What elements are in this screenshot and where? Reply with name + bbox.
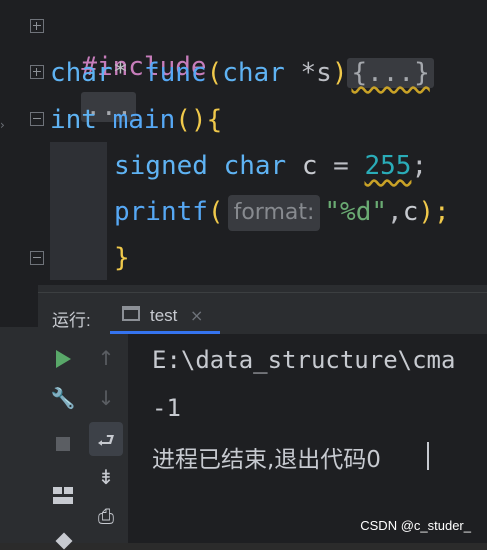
panel-corner xyxy=(0,285,38,327)
gutter-caret-icon: › xyxy=(0,118,5,132)
code-line-3[interactable]: int main(){ xyxy=(50,100,222,140)
code-line-1[interactable]: #include ... xyxy=(50,7,207,122)
close-tab-icon[interactable]: × xyxy=(190,306,203,325)
wrench-icon[interactable]: 🔧 xyxy=(50,386,76,410)
printf-call: printf xyxy=(114,197,208,227)
open-brace: { xyxy=(206,105,223,135)
arrow-up-icon[interactable]: ↑ xyxy=(93,346,119,370)
argument-c: c xyxy=(402,197,419,227)
folded-body[interactable]: {...} xyxy=(347,58,434,88)
arrow-down-icon[interactable]: ↓ xyxy=(93,386,119,410)
stop-icon[interactable] xyxy=(56,437,70,451)
soft-wrap-button[interactable]: ⮐ xyxy=(89,422,123,456)
layout-icon[interactable] xyxy=(53,487,73,505)
print-icon[interactable]: ⎙ xyxy=(93,504,119,528)
collapse-fold-icon[interactable] xyxy=(30,251,44,265)
soft-wrap-icon: ⮐ xyxy=(97,428,115,452)
pointer-star: * xyxy=(112,58,129,88)
signed-keyword: signed xyxy=(114,151,208,181)
close-paren-semi: ); xyxy=(418,197,450,227)
number-literal: 255 xyxy=(364,151,412,181)
close-paren: ) xyxy=(331,58,348,88)
run-tab-bar xyxy=(38,292,487,335)
open-paren: ( xyxy=(207,197,224,227)
parens: () xyxy=(175,105,207,135)
console-line: E:\data_structure\cma xyxy=(152,346,456,374)
scope-highlight xyxy=(50,142,107,280)
code-line-6[interactable]: } xyxy=(114,238,130,278)
tab-label: test xyxy=(150,306,178,325)
console-line: -1 xyxy=(152,394,181,422)
run-label: 运行: xyxy=(52,311,91,330)
param-name: *s xyxy=(300,58,332,88)
param-type: char xyxy=(222,58,285,88)
collapse-fold-icon[interactable] xyxy=(30,112,44,126)
type-keyword: char xyxy=(50,58,113,88)
close-brace: } xyxy=(114,243,130,273)
code-line-2[interactable]: char* func(char *s) {...} xyxy=(50,53,434,93)
format-string: "%d" xyxy=(324,197,388,227)
expand-fold-icon[interactable] xyxy=(30,65,44,79)
type-keyword: int xyxy=(50,105,97,135)
parameter-hint: format: xyxy=(227,194,321,231)
code-line-5[interactable]: printf(format: "%d",c); xyxy=(114,192,450,232)
watermark: CSDN @c_studer_ xyxy=(360,518,471,533)
open-paren: ( xyxy=(206,58,223,88)
text-cursor xyxy=(427,442,429,470)
variable-c: c xyxy=(301,151,318,181)
comma: , xyxy=(387,197,403,227)
assign-op: = xyxy=(333,151,349,181)
expand-fold-icon[interactable] xyxy=(30,19,44,33)
semicolon: ; xyxy=(411,151,428,181)
console-icon xyxy=(122,306,140,321)
play-icon[interactable] xyxy=(56,350,71,368)
console-line: 进程已结束,退出代码0 xyxy=(152,447,381,473)
function-name: func xyxy=(143,58,207,88)
char-keyword: char xyxy=(223,151,287,181)
function-name: main xyxy=(112,105,176,135)
code-line-4[interactable]: signed char c = 255; xyxy=(114,146,427,186)
tab-test[interactable]: test × xyxy=(110,298,220,332)
scroll-to-end-icon[interactable]: ⇟ xyxy=(93,465,119,489)
left-toolbar-strip xyxy=(0,334,38,543)
